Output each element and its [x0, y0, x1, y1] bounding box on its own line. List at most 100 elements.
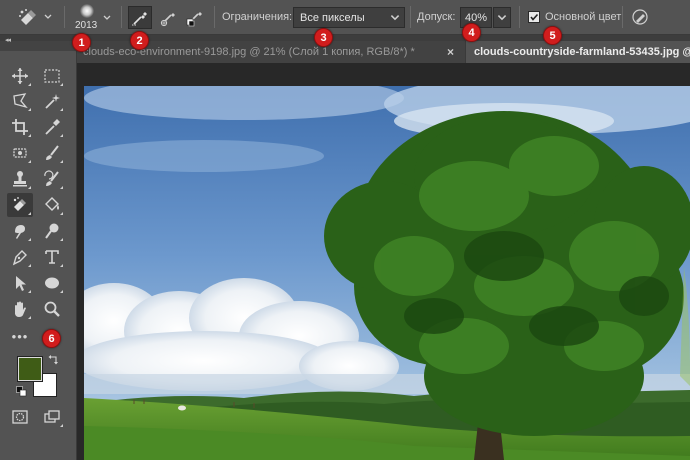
submenu-indicator: [60, 212, 63, 215]
canvas-area[interactable]: [77, 63, 690, 460]
pen-tool[interactable]: [7, 245, 33, 269]
rectangular-marquee-icon: [44, 69, 60, 83]
brush-size-label: 2013: [75, 20, 98, 31]
history-brush-tool[interactable]: [39, 167, 65, 191]
magic-wand-tool[interactable]: [39, 89, 65, 113]
protect-foreground-label: Основной цвет: [545, 11, 622, 23]
submenu-indicator: [60, 108, 63, 111]
eyedropper-once-icon: [160, 12, 175, 26]
smudge-icon: [15, 225, 25, 239]
submenu-indicator: [60, 424, 63, 427]
separator: [410, 6, 411, 28]
document-tab-title: clouds-countryside-farmland-53435.jpg @: [474, 46, 690, 58]
submenu-indicator: [60, 134, 63, 137]
paint-bucket-tool[interactable]: [39, 193, 65, 217]
protect-foreground-checkbox[interactable]: [528, 11, 540, 23]
submenu-indicator: [60, 238, 63, 241]
crop-tool[interactable]: [7, 115, 33, 139]
paint-bucket-icon: [45, 197, 59, 211]
document-tab-active[interactable]: clouds-countryside-farmland-53435.jpg @: [466, 41, 690, 63]
smudge-tool[interactable]: [7, 219, 33, 243]
options-bar: 2013 Ограничения: Все пикселы Допуск: 40…: [0, 0, 690, 35]
collapse-panel-icon[interactable]: ◂◂: [5, 36, 11, 44]
pen-icon: [12, 250, 27, 266]
type-icon: [45, 250, 59, 264]
submenu-indicator: [60, 160, 63, 163]
limits-dropdown[interactable]: Все пикселы: [293, 7, 405, 28]
edit-toolbar-button[interactable]: •••: [7, 324, 33, 348]
sampling-once-button[interactable]: [156, 6, 180, 29]
screen-mode-button[interactable]: [39, 405, 65, 429]
dodge-tool[interactable]: [39, 219, 65, 243]
separator: [214, 6, 215, 28]
annotation-badge-2: 2: [130, 31, 149, 50]
type-tool[interactable]: [39, 245, 65, 269]
tolerance-dropdown-button[interactable]: [493, 7, 511, 28]
brush-icon: [46, 145, 59, 160]
chevron-down-icon: [497, 15, 507, 21]
tool-preset-picker[interactable]: [12, 5, 58, 29]
document-image[interactable]: [84, 86, 690, 460]
ellipse-icon: [45, 277, 59, 289]
polygonal-lasso-icon: [13, 93, 28, 109]
foreground-color-swatch[interactable]: [17, 356, 43, 382]
eyedropper-continuous-icon: [132, 11, 147, 25]
annotation-badge-5: 5: [543, 26, 562, 45]
separator: [519, 6, 520, 28]
ellipse-tool[interactable]: [39, 271, 65, 295]
brush-tip-preview: [80, 4, 94, 18]
sampling-continuous-button[interactable]: [128, 6, 152, 29]
history-brush-icon: [44, 170, 59, 186]
move-tool[interactable]: [7, 64, 33, 88]
sampling-background-swatch-button[interactable]: [182, 6, 206, 29]
healing-brush-icon: [13, 148, 27, 158]
submenu-indicator: [28, 316, 31, 319]
screen-mode-icon: [44, 410, 60, 423]
submenu-indicator: [60, 290, 63, 293]
submenu-indicator: [28, 186, 31, 189]
submenu-indicator: [28, 264, 31, 267]
annotation-badge-3: 3: [314, 28, 333, 47]
eyedropper-icon: [45, 119, 60, 135]
separator: [121, 6, 122, 28]
tolerance-label: Допуск:: [417, 11, 456, 23]
annotation-badge-4: 4: [462, 23, 481, 42]
swap-colors-icon[interactable]: [48, 355, 58, 365]
background-eraser-icon: [19, 9, 36, 25]
annotation-badge-1: 1: [72, 33, 91, 52]
submenu-indicator: [28, 290, 31, 293]
background-eraser-tool[interactable]: [7, 193, 33, 217]
zoom-tool[interactable]: [39, 297, 65, 321]
limits-value: Все пикселы: [300, 11, 365, 24]
background-eraser-icon: [13, 197, 26, 211]
eyedropper-swatch-icon: [186, 11, 202, 26]
hand-tool[interactable]: [7, 297, 33, 321]
brush-picker[interactable]: 2013: [70, 2, 116, 33]
quick-mask-icon: [12, 410, 28, 424]
stamp-icon: [13, 171, 27, 187]
submenu-indicator: [28, 160, 31, 163]
brush-tool[interactable]: [39, 141, 65, 165]
pen-pressure-button[interactable]: [628, 5, 652, 29]
path-selection-icon: [16, 276, 26, 291]
submenu-indicator: [60, 186, 63, 189]
close-tab-icon[interactable]: ×: [447, 45, 454, 59]
toolbox-header[interactable]: [0, 41, 76, 51]
crop-icon: [12, 119, 28, 135]
default-colors-icon[interactable]: [16, 386, 27, 397]
quick-mask-button[interactable]: [7, 405, 33, 429]
marquee-tool[interactable]: [39, 64, 65, 88]
move-icon: [12, 68, 28, 84]
submenu-indicator: [28, 108, 31, 111]
tolerance-value: 40%: [465, 11, 488, 24]
eyedropper-tool[interactable]: [39, 115, 65, 139]
chevron-down-icon: [103, 15, 111, 20]
chevron-down-icon: [390, 15, 400, 21]
lasso-tool[interactable]: [7, 89, 33, 113]
separator: [64, 6, 65, 28]
limits-label: Ограничения:: [222, 11, 293, 23]
submenu-indicator: [28, 212, 31, 215]
path-selection-tool[interactable]: [7, 271, 33, 295]
clone-stamp-tool[interactable]: [7, 167, 33, 191]
healing-brush-tool[interactable]: [7, 141, 33, 165]
